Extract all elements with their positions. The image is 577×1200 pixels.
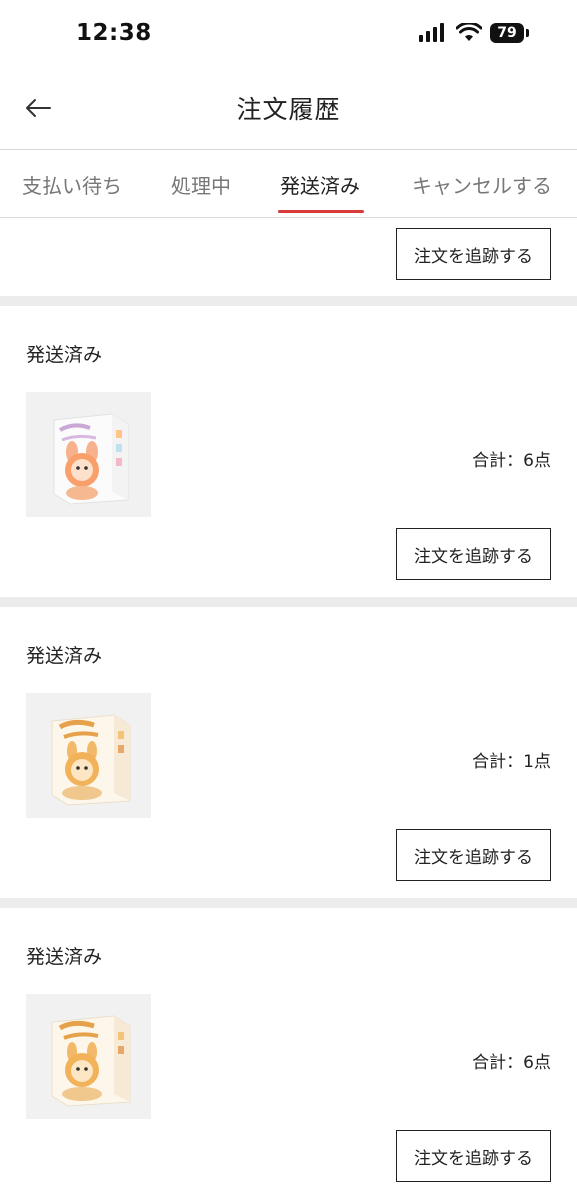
- order-card-partial: 注文を追跡する: [0, 219, 577, 296]
- back-button[interactable]: [18, 88, 58, 128]
- page-title: 注文履歴: [236, 94, 341, 124]
- tab-label: 発送済み: [280, 173, 360, 198]
- product-thumbnail[interactable]: [26, 994, 151, 1119]
- order-card[interactable]: 発送済み 合計：6点 注文を追跡する: [0, 908, 577, 1199]
- status-time: 12:38: [76, 20, 152, 46]
- page-header: 注文履歴: [0, 66, 577, 150]
- order-status: 発送済み: [26, 344, 103, 366]
- tab-shipped[interactable]: 発送済み: [272, 150, 368, 218]
- tab-processing[interactable]: 処理中: [160, 150, 242, 218]
- card-separator: [0, 898, 577, 908]
- order-status: 発送済み: [26, 645, 103, 667]
- tab-label: キャンセルする: [412, 173, 552, 198]
- tab-awaiting-payment[interactable]: 支払い待ち: [14, 150, 130, 218]
- tab-label: 処理中: [171, 173, 231, 198]
- cellular-signal-icon: [419, 23, 444, 42]
- product-box-have-a-seat-icon: [51, 1014, 130, 1107]
- status-bar: 12:38 79: [0, 0, 577, 66]
- product-box-orange-figure-icon: [53, 412, 128, 505]
- order-status-tabs: 支払い待ち 処理中 発送済み キャンセルする: [0, 150, 577, 218]
- product-box-have-a-seat-icon: [51, 713, 130, 806]
- order-total: 合計：1点: [472, 752, 551, 772]
- track-order-button[interactable]: 注文を追跡する: [396, 528, 551, 580]
- status-icons: 79: [418, 23, 529, 43]
- card-separator: [0, 597, 577, 607]
- card-separator: [0, 296, 577, 306]
- order-list: 注文を追跡する 発送済み 合計：6点 注文を追跡する 発送済み 合計：1点 注文…: [0, 219, 577, 1199]
- track-order-button[interactable]: 注文を追跡する: [396, 829, 551, 881]
- wifi-icon: [456, 23, 482, 41]
- product-thumbnail[interactable]: [26, 392, 151, 517]
- tab-label: 支払い待ち: [22, 173, 122, 198]
- active-tab-indicator: [278, 210, 364, 213]
- battery-level: 79: [490, 23, 524, 43]
- track-order-button[interactable]: 注文を追跡する: [396, 228, 551, 280]
- order-card[interactable]: 発送済み 合計：1点 注文を追跡する: [0, 607, 577, 898]
- order-card[interactable]: 発送済み 合計：6点 注文を追跡する: [0, 306, 577, 597]
- order-total: 合計：6点: [472, 1053, 551, 1073]
- back-arrow-icon: [26, 99, 51, 117]
- tab-cancelled[interactable]: キャンセルする: [402, 150, 562, 218]
- battery-icon: 79: [490, 23, 529, 43]
- order-status: 発送済み: [26, 946, 103, 968]
- battery-tip: [526, 29, 529, 37]
- product-thumbnail[interactable]: [26, 693, 151, 818]
- track-order-button[interactable]: 注文を追跡する: [396, 1130, 551, 1182]
- order-total: 合計：6点: [472, 451, 551, 471]
